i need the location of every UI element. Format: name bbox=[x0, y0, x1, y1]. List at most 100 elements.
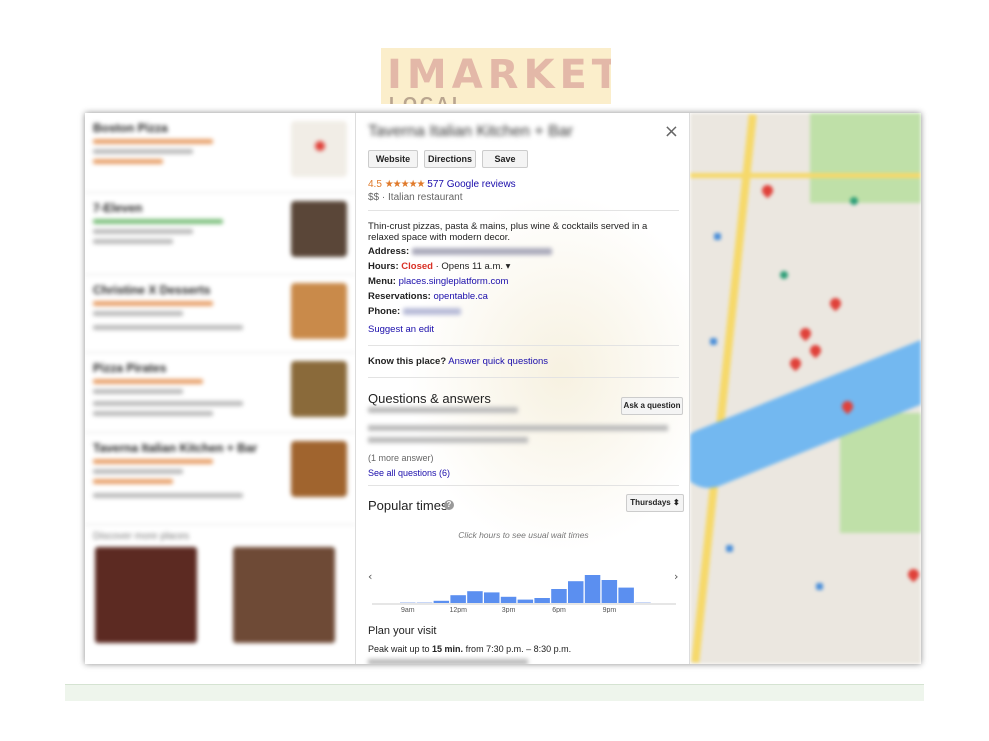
chart-prev-icon[interactable]: ‹ bbox=[368, 570, 372, 583]
chart-bar[interactable] bbox=[568, 581, 584, 603]
list-item[interactable]: Pizza Pirates bbox=[85, 353, 355, 433]
popular-times-title: Popular times bbox=[368, 498, 448, 513]
list-item-title: Christine X Desserts bbox=[93, 283, 211, 297]
footer-band bbox=[65, 684, 924, 701]
chart-bar[interactable] bbox=[400, 602, 416, 603]
phone-row: Phone: bbox=[368, 306, 461, 317]
place-photo bbox=[291, 361, 347, 417]
save-button[interactable]: Save bbox=[482, 150, 528, 168]
place-photo[interactable] bbox=[233, 547, 335, 643]
hours-label: Hours: bbox=[368, 261, 399, 272]
map-pin-icon bbox=[807, 342, 824, 359]
hours-detail[interactable]: · Opens 11 a.m. ▾ bbox=[433, 261, 511, 272]
plan-visit-title: Plan your visit bbox=[368, 625, 437, 637]
chart-bar[interactable] bbox=[635, 602, 651, 603]
list-item[interactable]: Boston Pizza bbox=[85, 113, 355, 193]
map-pin-icon bbox=[797, 325, 814, 342]
chart-bar[interactable] bbox=[416, 602, 433, 603]
qa-title: Questions & answers bbox=[368, 391, 491, 406]
see-all-questions-link[interactable]: See all questions (6) bbox=[368, 468, 450, 478]
peak-duration: 15 min. bbox=[432, 644, 464, 654]
chart-bar[interactable] bbox=[467, 591, 483, 603]
qa-answer-blurred bbox=[368, 425, 668, 431]
phone-label: Phone: bbox=[368, 306, 401, 317]
website-button[interactable]: Website bbox=[368, 150, 418, 168]
place-description: Thin-crust pizzas, pasta & mains, plus w… bbox=[368, 221, 648, 243]
address-label: Address: bbox=[368, 246, 410, 257]
peak-suffix: from 7:30 p.m. – 8:30 p.m. bbox=[463, 644, 572, 654]
qa-question-blurred bbox=[368, 407, 518, 413]
close-icon[interactable]: × bbox=[664, 121, 679, 142]
more-places-label: Discover more places bbox=[93, 531, 190, 542]
hours-status: Closed bbox=[401, 261, 433, 272]
list-item-title: Pizza Pirates bbox=[93, 361, 167, 375]
divider bbox=[368, 485, 679, 486]
place-details-panel: Taverna Italian Kitchen + Bar × Website … bbox=[355, 113, 690, 664]
place-photo bbox=[291, 201, 347, 257]
list-item[interactable]: Christine X Desserts bbox=[85, 275, 355, 353]
results-list: Boston Pizza 7-Eleven Christine X Desser… bbox=[85, 113, 355, 664]
reviews-link[interactable]: 577 Google reviews bbox=[427, 179, 515, 190]
list-item[interactable]: 7-Eleven bbox=[85, 193, 355, 275]
list-item-title: 7-Eleven bbox=[93, 201, 143, 215]
address-row: Address: bbox=[368, 246, 552, 257]
info-icon[interactable]: ? bbox=[444, 500, 454, 510]
map-pin-icon bbox=[759, 182, 776, 199]
menu-row: Menu: places.singleplatform.com bbox=[368, 276, 508, 287]
list-item-title: Boston Pizza bbox=[93, 121, 168, 135]
know-label: Know this place? bbox=[368, 356, 447, 367]
peak-wait-text: Peak wait up to 15 min. from 7:30 p.m. –… bbox=[368, 644, 571, 654]
peak-prefix: Peak wait up to bbox=[368, 644, 433, 654]
chart-bar[interactable] bbox=[500, 596, 517, 603]
map-pin-icon bbox=[291, 121, 347, 177]
chart-bar[interactable] bbox=[517, 599, 534, 603]
menu-link[interactable]: places.singleplatform.com bbox=[399, 276, 509, 287]
cutoff-text-blurred bbox=[368, 659, 528, 664]
list-item-title: Taverna Italian Kitchen + Bar bbox=[93, 441, 258, 455]
divider bbox=[368, 377, 679, 378]
phone-value[interactable] bbox=[402, 307, 461, 315]
divider bbox=[368, 210, 679, 211]
chart-tick-label: 3pm bbox=[502, 607, 516, 613]
place-category: $$ · Italian restaurant bbox=[368, 192, 463, 203]
reservations-row: Reservations: opentable.ca bbox=[368, 291, 488, 302]
ask-question-button[interactable]: Ask a question bbox=[621, 397, 683, 415]
divider bbox=[368, 345, 679, 346]
reservations-label: Reservations: bbox=[368, 291, 431, 302]
chart-tick-label: 6pm bbox=[552, 607, 566, 613]
chart-tick-label: 9am bbox=[401, 607, 415, 613]
reservations-link[interactable]: opentable.ca bbox=[433, 291, 487, 302]
chart-bar[interactable] bbox=[601, 580, 618, 603]
rating-row: 4.5 ★★★★★ 577 Google reviews bbox=[368, 179, 516, 190]
more-answer-label: (1 more answer) bbox=[368, 453, 434, 463]
chart-bar[interactable] bbox=[450, 595, 466, 603]
place-photo[interactable] bbox=[95, 547, 197, 643]
chart-tick-label: 12pm bbox=[449, 607, 467, 613]
chart-bar[interactable] bbox=[618, 587, 634, 603]
imarket-logo: IMARKET LOCAL BUSINESSES bbox=[381, 48, 611, 104]
day-select[interactable]: Thursdays ⬍ bbox=[626, 494, 684, 512]
map-pin-icon bbox=[905, 566, 921, 583]
address-value bbox=[411, 247, 552, 255]
chart-bar[interactable] bbox=[433, 600, 450, 603]
chart-bar[interactable] bbox=[484, 592, 500, 603]
chart-bar[interactable] bbox=[551, 589, 567, 603]
chart-next-icon[interactable]: › bbox=[674, 570, 678, 583]
suggest-edit-link[interactable]: Suggest an edit bbox=[368, 324, 434, 335]
list-item[interactable]: Taverna Italian Kitchen + Bar bbox=[85, 433, 355, 525]
chart-bar[interactable] bbox=[584, 575, 601, 603]
map-view[interactable] bbox=[690, 113, 921, 664]
place-photo bbox=[291, 441, 347, 497]
know-this-place-row: Know this place? Answer quick questions bbox=[368, 356, 548, 367]
map-pin-icon bbox=[787, 355, 804, 372]
star-rating-icon: ★★★★★ bbox=[384, 179, 426, 190]
popular-times-chart[interactable]: ‹ › 9am 12pm 3pm 6pm 9pm bbox=[356, 548, 690, 613]
place-title: Taverna Italian Kitchen + Bar bbox=[368, 123, 574, 140]
place-photo bbox=[291, 283, 347, 339]
maps-screenshot: Boston Pizza 7-Eleven Christine X Desser… bbox=[85, 113, 921, 664]
answer-questions-link[interactable]: Answer quick questions bbox=[448, 356, 548, 367]
directions-button[interactable]: Directions bbox=[424, 150, 476, 168]
wait-times-hint: Click hours to see usual wait times bbox=[458, 530, 589, 540]
chart-bar[interactable] bbox=[534, 598, 550, 603]
hours-row[interactable]: Hours: Closed · Opens 11 a.m. ▾ bbox=[368, 261, 510, 272]
